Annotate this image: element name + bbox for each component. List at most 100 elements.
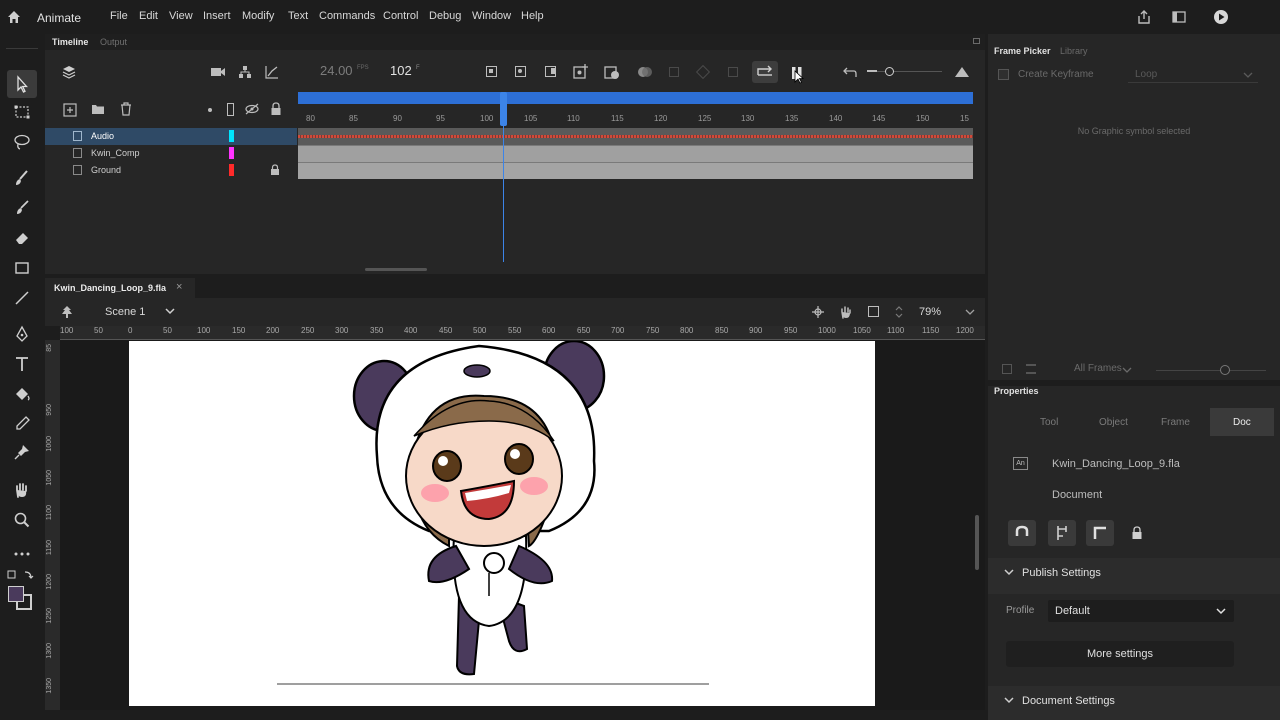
grid-view-icon[interactable] bbox=[1002, 364, 1012, 374]
undo-icon[interactable] bbox=[841, 65, 857, 79]
tab-doc[interactable]: Doc bbox=[1233, 417, 1251, 428]
center-stage-icon[interactable] bbox=[868, 306, 879, 317]
visibility-icon[interactable] bbox=[245, 103, 259, 115]
tab-tool[interactable]: Tool bbox=[1040, 417, 1058, 428]
fill-stroke-swatches[interactable] bbox=[8, 586, 34, 612]
insert-blank-keyframe-icon[interactable] bbox=[604, 64, 620, 80]
tab-frame-picker[interactable]: Frame Picker bbox=[994, 46, 1051, 56]
list-view-icon[interactable] bbox=[1026, 364, 1036, 374]
rotate-stage-icon[interactable] bbox=[839, 305, 853, 319]
timeline-zoom-thumb[interactable] bbox=[885, 67, 894, 76]
layer-parenting-icon[interactable] bbox=[238, 65, 252, 79]
new-folder-icon[interactable] bbox=[91, 103, 105, 115]
collapse-icon[interactable] bbox=[1004, 696, 1014, 704]
hand-icon[interactable] bbox=[12, 480, 32, 500]
zoom-level[interactable]: 79% bbox=[919, 306, 941, 318]
step-back-icon[interactable] bbox=[515, 66, 526, 77]
zoom-in-icon[interactable] bbox=[954, 66, 970, 78]
more-tools-icon[interactable] bbox=[12, 544, 32, 564]
zoom-dropdown-icon[interactable] bbox=[965, 308, 975, 316]
pen-icon[interactable] bbox=[12, 324, 32, 344]
timeline-zoom-track[interactable] bbox=[867, 71, 942, 72]
lock-all-icon[interactable] bbox=[270, 102, 282, 116]
menu-commands[interactable]: Commands bbox=[319, 10, 375, 22]
current-frame[interactable]: 102 bbox=[390, 63, 412, 78]
menu-modify[interactable]: Modify bbox=[242, 10, 274, 22]
home-icon[interactable] bbox=[6, 9, 22, 25]
kwin-comp-frames[interactable] bbox=[298, 145, 973, 162]
fps-value[interactable]: 24.00 bbox=[320, 63, 353, 78]
selection-tool-icon[interactable] bbox=[12, 74, 32, 94]
pin-icon[interactable] bbox=[12, 442, 32, 462]
snap-icon[interactable] bbox=[811, 305, 825, 319]
loop-button[interactable] bbox=[752, 61, 778, 83]
menu-debug[interactable]: Debug bbox=[429, 10, 461, 22]
workspace-icon[interactable] bbox=[1171, 9, 1187, 25]
loop-dropdown[interactable]: Loop bbox=[1128, 65, 1258, 83]
onion-skin-icon[interactable] bbox=[637, 66, 653, 78]
menu-window[interactable]: Window bbox=[472, 10, 511, 22]
frame-size-thumb[interactable] bbox=[1220, 365, 1230, 375]
delete-icon[interactable] bbox=[120, 102, 132, 116]
scene-dropdown-icon[interactable] bbox=[165, 307, 175, 315]
zoom-out-icon[interactable] bbox=[867, 70, 877, 72]
layer-row-ground[interactable]: Ground bbox=[45, 162, 297, 179]
audio-frames[interactable] bbox=[298, 128, 973, 145]
frame-ruler[interactable]: 80 85 90 95 100 105 110 115 120 125 130 … bbox=[298, 104, 973, 128]
swap-colors-icon[interactable] bbox=[7, 568, 37, 582]
menu-help[interactable]: Help bbox=[521, 10, 544, 22]
paint-brush-icon[interactable] bbox=[12, 168, 32, 188]
eyedropper-icon[interactable] bbox=[12, 414, 32, 434]
layer-color-swatch[interactable] bbox=[229, 130, 234, 142]
zoom-icon[interactable] bbox=[12, 510, 32, 530]
menu-text[interactable]: Text bbox=[288, 10, 308, 22]
frame-size-slider[interactable] bbox=[1156, 370, 1266, 371]
tab-frame[interactable]: Frame bbox=[1161, 417, 1190, 428]
menu-file[interactable]: File bbox=[110, 10, 128, 22]
frame-range-bar[interactable] bbox=[298, 92, 973, 104]
more-settings-button[interactable]: More settings bbox=[1006, 641, 1234, 667]
classic-brush-icon[interactable] bbox=[12, 198, 32, 218]
ground-frames[interactable] bbox=[298, 162, 973, 179]
tab-object[interactable]: Object bbox=[1099, 417, 1128, 428]
transform-button[interactable] bbox=[1086, 520, 1114, 546]
go-to-first-icon[interactable] bbox=[486, 66, 497, 77]
text-icon[interactable] bbox=[12, 354, 32, 374]
line-icon[interactable] bbox=[12, 288, 32, 308]
all-frames-dropdown[interactable]: All Frames bbox=[1074, 363, 1122, 374]
layer-name[interactable]: Ground bbox=[91, 165, 121, 175]
paint-bucket-icon[interactable] bbox=[12, 384, 32, 404]
lock-icon[interactable] bbox=[270, 164, 280, 176]
tab-timeline[interactable]: Timeline bbox=[52, 37, 88, 47]
scene-icon[interactable] bbox=[59, 305, 75, 319]
layer-name[interactable]: Audio bbox=[91, 131, 114, 141]
align-button[interactable] bbox=[1048, 520, 1076, 546]
lock-icon[interactable] bbox=[1131, 526, 1143, 540]
publish-settings-header[interactable]: Publish Settings bbox=[988, 558, 1280, 594]
eraser-icon[interactable] bbox=[12, 228, 32, 248]
new-layer-icon[interactable] bbox=[63, 103, 77, 117]
close-tab-icon[interactable]: × bbox=[176, 281, 182, 293]
highlight-dot[interactable] bbox=[208, 108, 212, 112]
all-frames-chevron-icon[interactable] bbox=[1122, 366, 1132, 374]
free-transform-icon[interactable] bbox=[12, 102, 32, 122]
panda-girl-character[interactable] bbox=[129, 341, 875, 706]
graph-icon[interactable] bbox=[265, 65, 279, 79]
profile-dropdown[interactable]: Default bbox=[1048, 600, 1234, 622]
insert-keyframe-icon[interactable] bbox=[573, 64, 589, 80]
camera-icon[interactable] bbox=[210, 65, 226, 79]
menu-control[interactable]: Control bbox=[383, 10, 418, 22]
layer-color-swatch[interactable] bbox=[229, 164, 234, 176]
playhead-handle[interactable] bbox=[500, 92, 507, 126]
layers-icon[interactable] bbox=[62, 65, 76, 79]
properties-title[interactable]: Properties bbox=[994, 386, 1039, 396]
layer-name[interactable]: Kwin_Comp bbox=[91, 148, 140, 158]
create-keyframe-checkbox[interactable] bbox=[998, 69, 1009, 80]
stage-v-scrollbar[interactable] bbox=[975, 515, 979, 570]
tab-output[interactable]: Output bbox=[100, 37, 127, 47]
layer-color-swatch[interactable] bbox=[229, 147, 234, 159]
collapse-icon[interactable] bbox=[1004, 568, 1014, 576]
play-icon[interactable] bbox=[545, 66, 556, 77]
share-icon[interactable] bbox=[1136, 9, 1152, 25]
menu-insert[interactable]: Insert bbox=[203, 10, 231, 22]
